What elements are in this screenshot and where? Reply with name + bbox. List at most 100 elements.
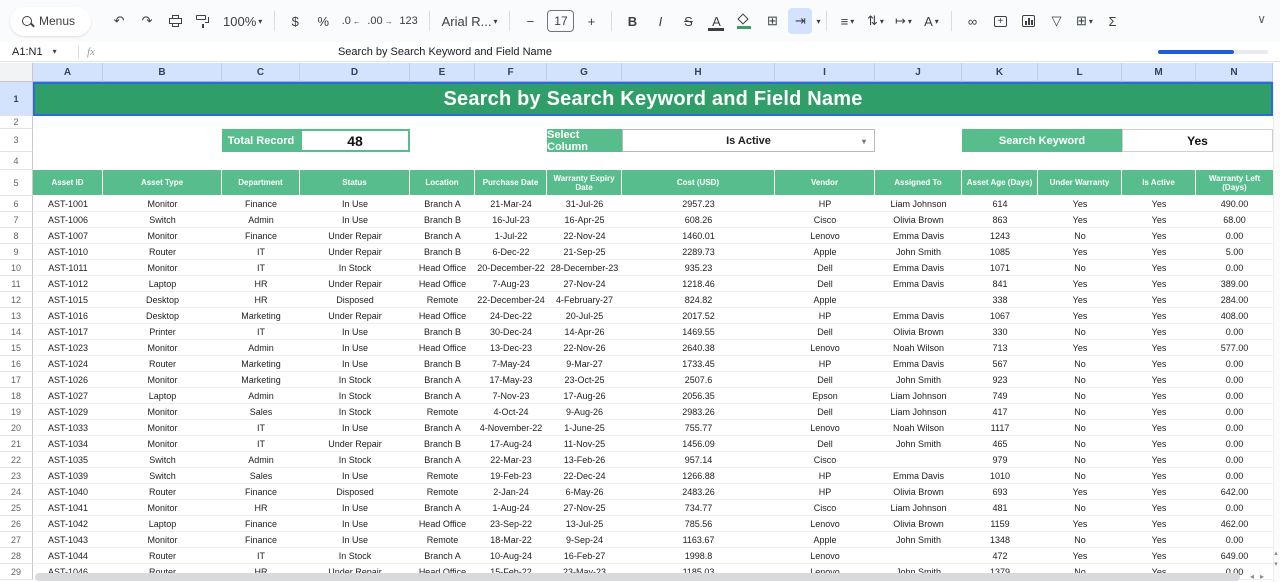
row-header-7[interactable]: 7 — [0, 212, 33, 228]
row-header-5[interactable]: 5 — [0, 170, 33, 196]
row-header-17[interactable]: 17 — [0, 372, 33, 388]
cell[interactable]: 841 — [962, 276, 1038, 291]
cell[interactable]: AST-1043 — [33, 532, 103, 547]
cell[interactable]: AST-1026 — [33, 372, 103, 387]
cell[interactable]: Head Office — [410, 308, 475, 323]
cell[interactable]: 0.00 — [1196, 324, 1273, 339]
cell[interactable]: Monitor — [103, 420, 222, 435]
cell[interactable]: Yes — [1122, 324, 1196, 339]
row-header-23[interactable]: 23 — [0, 468, 33, 484]
cell[interactable]: 27-Nov-25 — [547, 500, 622, 515]
row-header-2[interactable]: 2 — [0, 116, 33, 129]
cell[interactable]: AST-1010 — [33, 244, 103, 259]
cell[interactable]: In Use — [300, 532, 410, 547]
cell[interactable]: Under Repair — [300, 436, 410, 451]
cell[interactable]: 577.00 — [1196, 340, 1273, 355]
decrease-decimal-button[interactable]: .0← — [339, 8, 363, 34]
table-header-cell[interactable]: Cost (USD) — [622, 170, 775, 196]
total-record-value[interactable]: 48 — [300, 129, 410, 152]
cell[interactable]: Head Office — [410, 276, 475, 291]
cell[interactable]: Switch — [103, 212, 222, 227]
cell[interactable]: 614 — [962, 196, 1038, 211]
cell[interactable]: 22-December-24 — [475, 292, 547, 307]
cell[interactable]: Sales — [222, 468, 300, 483]
table-header-cell[interactable]: Under Warranty — [1038, 170, 1122, 196]
cell[interactable]: 30-Dec-24 — [475, 324, 547, 339]
cell[interactable]: Switch — [103, 468, 222, 483]
bold-button[interactable]: B — [620, 8, 644, 34]
name-box[interactable]: A1:N1 ▾ — [0, 46, 70, 58]
cell[interactable]: 1117 — [962, 420, 1038, 435]
cell[interactable]: Marketing — [222, 372, 300, 387]
row-header-12[interactable]: 12 — [0, 292, 33, 308]
cell[interactable]: Liam Johnson — [875, 500, 962, 515]
row-header-28[interactable]: 28 — [0, 548, 33, 564]
horizontal-scrollbar-thumb[interactable] — [1158, 50, 1234, 54]
cell[interactable]: Branch B — [410, 212, 475, 227]
table-header-cell[interactable]: Asset Age (Days) — [962, 170, 1038, 196]
cell[interactable]: No — [1038, 324, 1122, 339]
cell[interactable]: 1159 — [962, 516, 1038, 531]
increase-font-size-button[interactable]: + — [579, 8, 603, 34]
cell[interactable]: Router — [103, 548, 222, 563]
row-header-18[interactable]: 18 — [0, 388, 33, 404]
cell[interactable]: John Smith — [875, 244, 962, 259]
cell[interactable]: Yes — [1122, 292, 1196, 307]
cell[interactable]: 14-Apr-26 — [547, 324, 622, 339]
cell[interactable]: Admin — [222, 212, 300, 227]
table-header-cell[interactable]: Vendor — [775, 170, 875, 196]
cell[interactable]: In Use — [300, 500, 410, 515]
cell[interactable]: 2957.23 — [622, 196, 775, 211]
column-header-C[interactable]: C — [222, 63, 300, 82]
cell[interactable]: 16-Jul-23 — [475, 212, 547, 227]
cell[interactable]: 7-Aug-23 — [475, 276, 547, 291]
cell[interactable]: John Smith — [875, 532, 962, 547]
cell[interactable]: 465 — [962, 436, 1038, 451]
cell[interactable]: 22-Dec-24 — [547, 468, 622, 483]
row-header-13[interactable]: 13 — [0, 308, 33, 324]
italic-button[interactable]: I — [648, 8, 672, 34]
cell[interactable]: AST-1033 — [33, 420, 103, 435]
fill-color-button[interactable] — [732, 8, 756, 34]
cell[interactable]: Router — [103, 356, 222, 371]
cell[interactable]: Finance — [222, 532, 300, 547]
cell[interactable]: In Use — [300, 420, 410, 435]
merge-cells-button[interactable]: ⇥ — [788, 8, 812, 34]
cell[interactable]: 5.00 — [1196, 244, 1273, 259]
cell[interactable]: 27-Nov-24 — [547, 276, 622, 291]
text-color-button[interactable]: A — [704, 8, 728, 34]
strikethrough-button[interactable]: S — [676, 8, 700, 34]
vertical-scroll-arrows[interactable]: ▴▾ — [1272, 548, 1280, 570]
cell[interactable]: HP — [775, 484, 875, 499]
cell[interactable]: Finance — [222, 516, 300, 531]
cell[interactable]: Monitor — [103, 532, 222, 547]
cell[interactable]: 389.00 — [1196, 276, 1273, 291]
row-header-3[interactable]: 3 — [0, 129, 33, 152]
cell[interactable]: Yes — [1122, 356, 1196, 371]
cell[interactable]: 1085 — [962, 244, 1038, 259]
row-header-14[interactable]: 14 — [0, 324, 33, 340]
cell[interactable]: 0.00 — [1196, 500, 1273, 515]
cell[interactable]: 0.00 — [1196, 436, 1273, 451]
cell[interactable]: 1163.67 — [622, 532, 775, 547]
row-header-10[interactable]: 10 — [0, 260, 33, 276]
vertical-scrollbar[interactable] — [1273, 82, 1280, 582]
cell[interactable]: Olivia Brown — [875, 484, 962, 499]
cell[interactable]: AST-1023 — [33, 340, 103, 355]
cell[interactable]: Emma Davis — [875, 356, 962, 371]
cell[interactable]: In Use — [300, 468, 410, 483]
cell[interactable]: Remote — [410, 468, 475, 483]
table-header-cell[interactable]: Asset Type — [103, 170, 222, 196]
cell[interactable]: Monitor — [103, 260, 222, 275]
cell[interactable]: 1-Jul-22 — [475, 228, 547, 243]
cell[interactable]: 1998.8 — [622, 548, 775, 563]
cell[interactable]: 18-Mar-22 — [475, 532, 547, 547]
cell[interactable]: 2056.35 — [622, 388, 775, 403]
cell[interactable]: In Stock — [300, 260, 410, 275]
cell[interactable]: In Stock — [300, 388, 410, 403]
cell[interactable]: Emma Davis — [875, 260, 962, 275]
column-header-A[interactable]: A — [33, 63, 103, 82]
cell[interactable]: Branch A — [410, 372, 475, 387]
cell[interactable]: 734.77 — [622, 500, 775, 515]
cell[interactable]: 1460.01 — [622, 228, 775, 243]
